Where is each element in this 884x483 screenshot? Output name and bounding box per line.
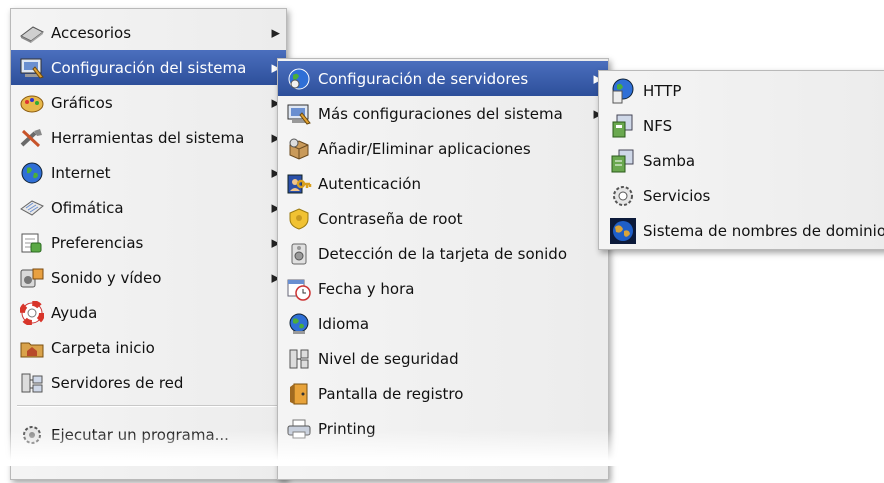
- sound-video-icon: [19, 266, 45, 290]
- more-config-icon: [286, 102, 312, 126]
- menu-item-label: HTTP: [643, 81, 682, 100]
- graphics-icon: [19, 91, 45, 115]
- dns-globe-icon: [609, 217, 637, 245]
- menu-item-mas-configuraciones[interactable]: Más configuraciones del sistema ▶: [278, 96, 608, 131]
- system-tools-icon: [19, 126, 45, 150]
- menu-item-ejecutar-programa[interactable]: Ejecutar un programa...: [11, 417, 286, 452]
- http-server-icon: [609, 77, 637, 105]
- menu-item-nivel-seguridad[interactable]: Nivel de seguridad: [278, 341, 608, 376]
- menu-item-configuracion-servidores[interactable]: Configuración de servidores ▶: [278, 61, 608, 96]
- menu-item-anadir-eliminar[interactable]: Añadir/Eliminar aplicaciones: [278, 131, 608, 166]
- menu-item-internet[interactable]: Internet ▶: [11, 155, 286, 190]
- menu-item-label: NFS: [643, 116, 673, 135]
- menu-separator: [17, 405, 280, 407]
- menu-item-label: Preferencias: [51, 233, 144, 252]
- server-config-submenu: HTTP NFS Samba Servicios Sistema de nomb…: [598, 70, 884, 250]
- network-servers-icon: [19, 371, 45, 395]
- submenu-arrow-icon: ▶: [271, 26, 280, 39]
- office-icon: [19, 196, 45, 220]
- menu-item-label: Más configuraciones del sistema: [318, 104, 563, 123]
- menu-item-label: Contraseña de root: [318, 209, 463, 228]
- services-gear-icon: [609, 182, 637, 210]
- menu-item-pantalla-registro[interactable]: Pantalla de registro: [278, 376, 608, 411]
- system-settings-icon: [19, 56, 45, 80]
- menu-item-label: Herramientas del sistema: [51, 128, 245, 147]
- menu-item-label: Idioma: [318, 314, 370, 333]
- menu-item-servidores-red[interactable]: Servidores de red: [11, 365, 286, 400]
- accessories-icon: [19, 21, 45, 45]
- menu-item-herramientas[interactable]: Herramientas del sistema ▶: [11, 120, 286, 155]
- menu-item-label: Printing: [318, 419, 376, 438]
- menu-item-ayuda[interactable]: Ayuda: [11, 295, 286, 330]
- menu-item-label: Sistema de nombres de dominio: [643, 221, 884, 240]
- menu-item-idioma[interactable]: Idioma: [278, 306, 608, 341]
- menu-item-label: Carpeta inicio: [51, 338, 155, 357]
- menu-item-configuracion-sistema[interactable]: Configuración del sistema ▶: [11, 50, 286, 85]
- menu-item-label: Internet: [51, 163, 111, 182]
- menu-item-label: Ofimática: [51, 198, 124, 217]
- run-program-icon: [19, 423, 45, 447]
- internet-globe-icon: [19, 161, 45, 185]
- menu-item-label: Configuración de servidores: [318, 69, 529, 88]
- menu-item-label: Autenticación: [318, 174, 421, 193]
- home-folder-icon: [19, 336, 45, 360]
- preferences-icon: [19, 231, 45, 255]
- root-password-icon: [286, 207, 312, 231]
- menu-item-label: Samba: [643, 151, 696, 170]
- menu-item-label: Servicios: [643, 186, 711, 205]
- menu-item-label: Nivel de seguridad: [318, 349, 459, 368]
- menu-item-deteccion-sonido[interactable]: Detección de la tarjeta de sonido: [278, 236, 608, 271]
- menu-item-http[interactable]: HTTP: [599, 73, 884, 108]
- security-level-icon: [286, 347, 312, 371]
- date-time-icon: [286, 277, 312, 301]
- menu-item-label: Ayuda: [51, 303, 98, 322]
- language-icon: [286, 312, 312, 336]
- menu-item-ofimatica[interactable]: Ofimática ▶: [11, 190, 286, 225]
- menu-item-label: Accesorios: [51, 23, 132, 42]
- help-lifebuoy-icon: [19, 300, 45, 325]
- menu-item-label: Gráficos: [51, 93, 113, 112]
- menu-item-nfs[interactable]: NFS: [599, 108, 884, 143]
- menu-item-accesorios[interactable]: Accesorios ▶: [11, 15, 286, 50]
- soundcard-detection-icon: [286, 242, 312, 266]
- menu-item-label: Añadir/Eliminar aplicaciones: [318, 139, 531, 158]
- nfs-server-icon: [609, 112, 637, 140]
- menu-item-preferencias[interactable]: Preferencias ▶: [11, 225, 286, 260]
- menu-item-samba[interactable]: Samba: [599, 143, 884, 178]
- menu-item-servicios[interactable]: Servicios: [599, 178, 884, 213]
- menu-item-label: Detección de la tarjeta de sonido: [318, 244, 568, 263]
- samba-server-icon: [609, 147, 637, 175]
- menu-item-autenticacion[interactable]: Autenticación: [278, 166, 608, 201]
- menu-item-label: Ejecutar un programa...: [51, 425, 229, 444]
- menu-item-label: Servidores de red: [51, 373, 184, 392]
- menu-item-contrasena-root[interactable]: Contraseña de root: [278, 201, 608, 236]
- add-remove-apps-icon: [286, 137, 312, 161]
- applications-menu: Accesorios ▶ Configuración del sistema ▶…: [10, 8, 287, 480]
- menu-item-graficos[interactable]: Gráficos ▶: [11, 85, 286, 120]
- menu-item-label: Pantalla de registro: [318, 384, 464, 403]
- menu-item-label: Configuración del sistema: [51, 58, 247, 77]
- menu-item-label: Fecha y hora: [318, 279, 415, 298]
- menu-item-sonido-video[interactable]: Sonido y vídeo ▶: [11, 260, 286, 295]
- menu-item-fecha-hora[interactable]: Fecha y hora: [278, 271, 608, 306]
- menu-item-carpeta-inicio[interactable]: Carpeta inicio: [11, 330, 286, 365]
- faded-menu-item: [278, 449, 608, 479]
- menu-item-label: Sonido y vídeo: [51, 268, 162, 287]
- menu-item-printing[interactable]: Printing: [278, 411, 608, 446]
- authentication-icon: [286, 172, 312, 196]
- login-screen-icon: [286, 382, 312, 406]
- printer-icon: [286, 417, 312, 441]
- server-config-icon: [286, 67, 312, 91]
- system-settings-submenu: Configuración de servidores ▶ Más config…: [277, 58, 609, 480]
- menu-item-dns[interactable]: Sistema de nombres de dominio: [599, 213, 884, 248]
- faded-menu-item: [11, 453, 286, 483]
